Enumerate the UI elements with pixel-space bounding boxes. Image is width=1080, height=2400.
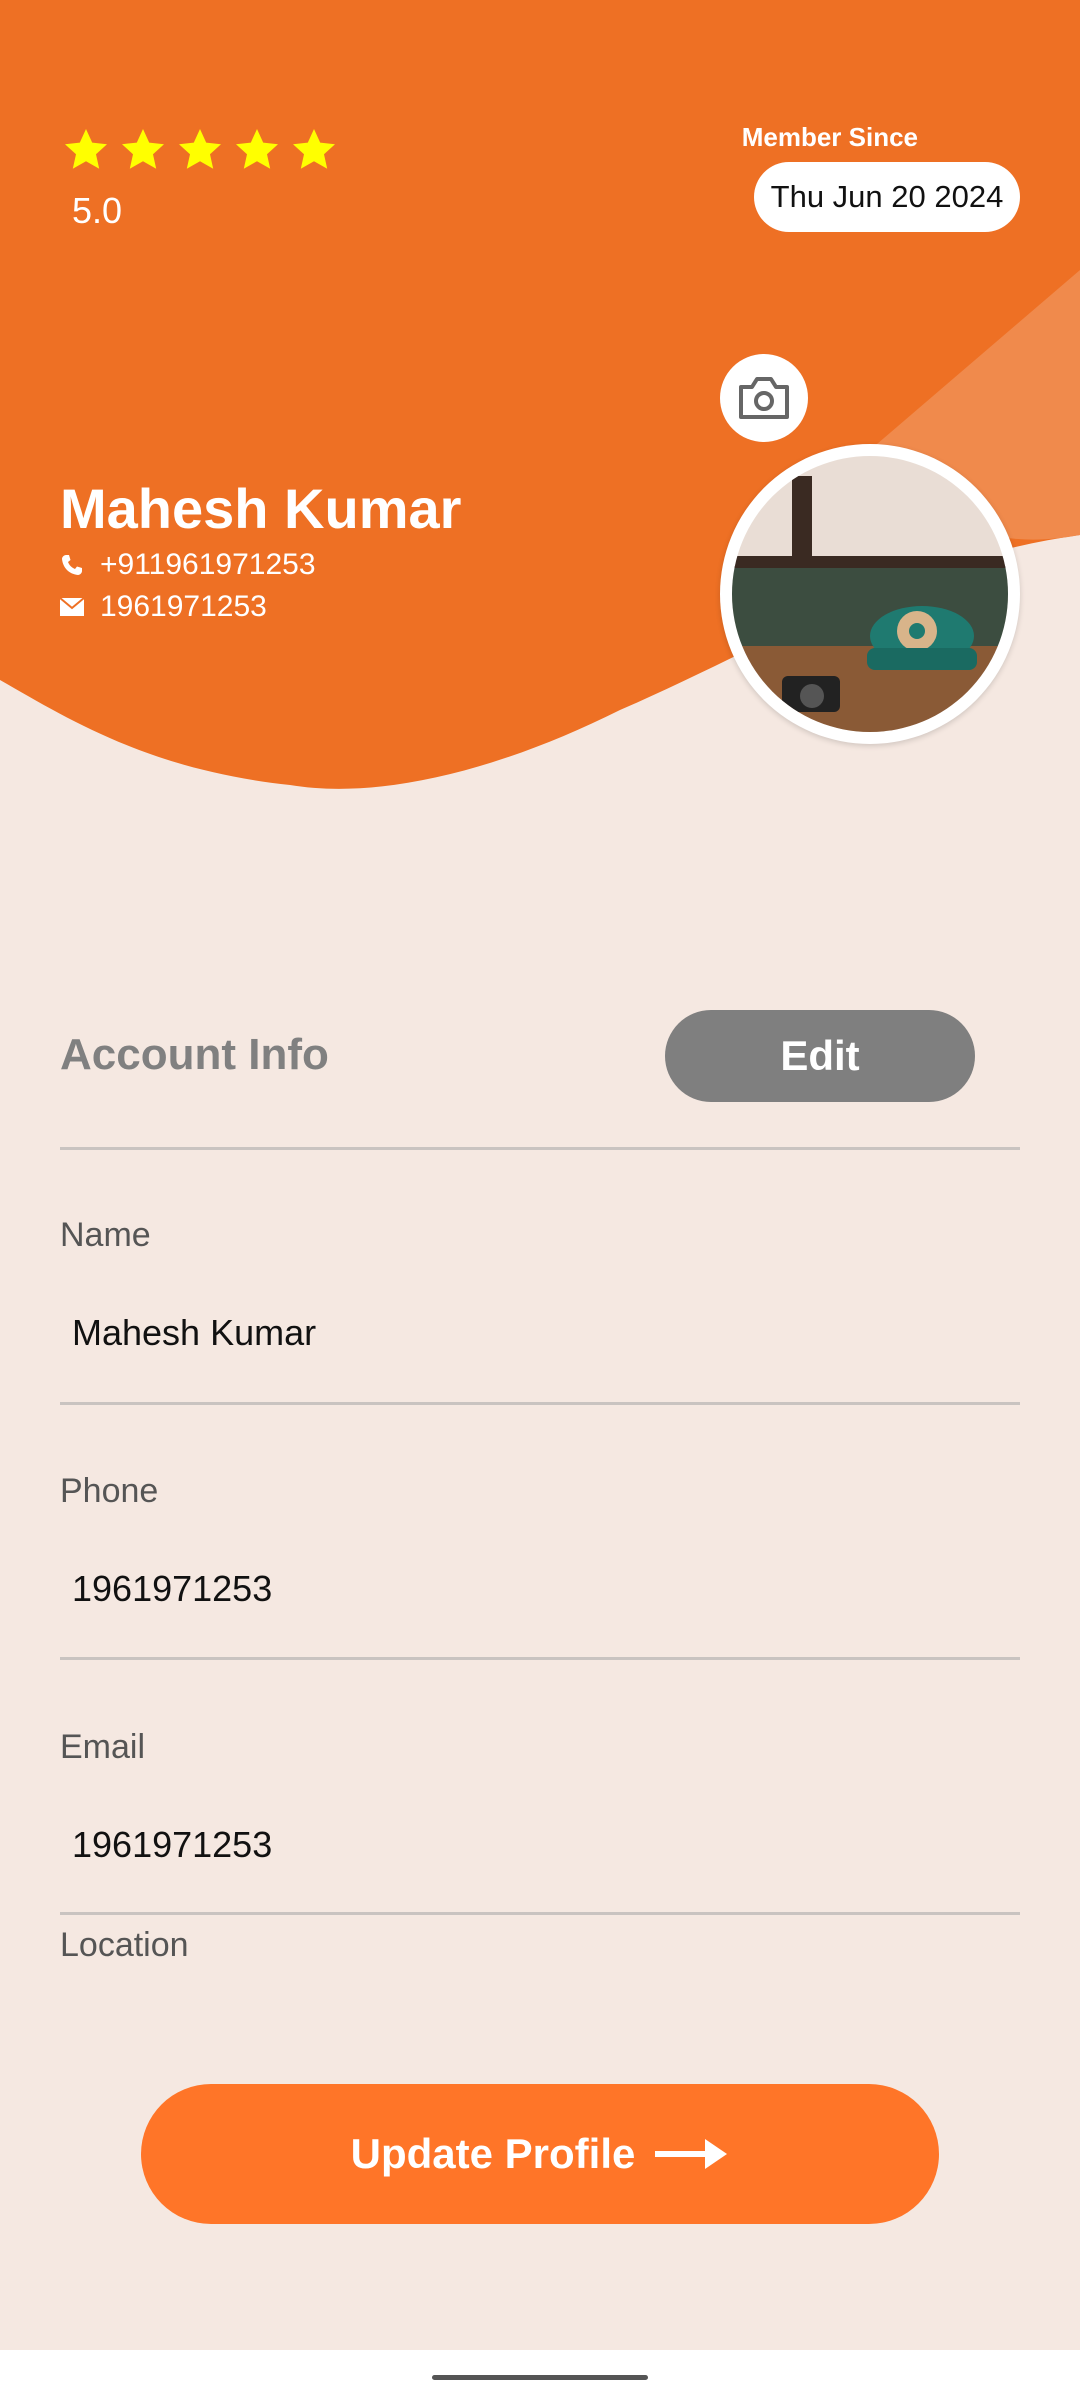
star-icon <box>236 129 278 169</box>
name-field[interactable]: Mahesh Kumar <box>72 1312 316 1354</box>
avatar[interactable] <box>720 444 1020 744</box>
email-row: 1961971253 <box>60 590 267 624</box>
name-label: Name <box>60 1216 151 1254</box>
phone-label: Phone <box>60 1472 159 1510</box>
arrow-right-icon <box>655 2139 728 2169</box>
divider <box>60 1657 1020 1660</box>
phone-icon <box>62 555 82 575</box>
account-info-title: Account Info <box>60 1030 329 1079</box>
star-icon <box>293 129 335 169</box>
camera-icon <box>739 377 789 419</box>
mail-icon <box>60 598 84 616</box>
location-label: Location <box>60 1926 189 1964</box>
star-icon <box>122 129 164 169</box>
phone-text: +911961971253 <box>100 548 316 581</box>
member-since-label: Member Since <box>741 122 918 152</box>
email-text: 1961971253 <box>100 590 267 623</box>
star-icon <box>179 129 221 169</box>
divider <box>60 1402 1020 1405</box>
phone-field[interactable]: 1961971253 <box>72 1568 272 1610</box>
update-profile-button[interactable]: Update Profile <box>141 2084 939 2224</box>
email-field[interactable]: 1961971253 <box>72 1824 272 1866</box>
star-icon <box>65 129 107 169</box>
home-gesture-handle[interactable] <box>432 2375 648 2380</box>
rating-value: 5.0 <box>72 190 123 231</box>
member-since-date: Thu Jun 20 2024 <box>754 162 1020 232</box>
change-photo-button[interactable] <box>720 354 808 442</box>
phone-row: +911961971253 <box>60 548 316 582</box>
email-label: Email <box>60 1728 146 1766</box>
update-profile-label: Update Profile <box>350 2130 636 2177</box>
rating: 5.0 <box>62 126 338 231</box>
divider <box>60 1147 1020 1150</box>
edit-button[interactable]: Edit <box>665 1010 975 1102</box>
user-name: Mahesh Kumar <box>60 477 462 540</box>
avatar-photo <box>732 456 1008 732</box>
system-nav-bar <box>0 2350 1080 2400</box>
divider <box>60 1912 1020 1915</box>
rating-stars <box>62 126 338 174</box>
